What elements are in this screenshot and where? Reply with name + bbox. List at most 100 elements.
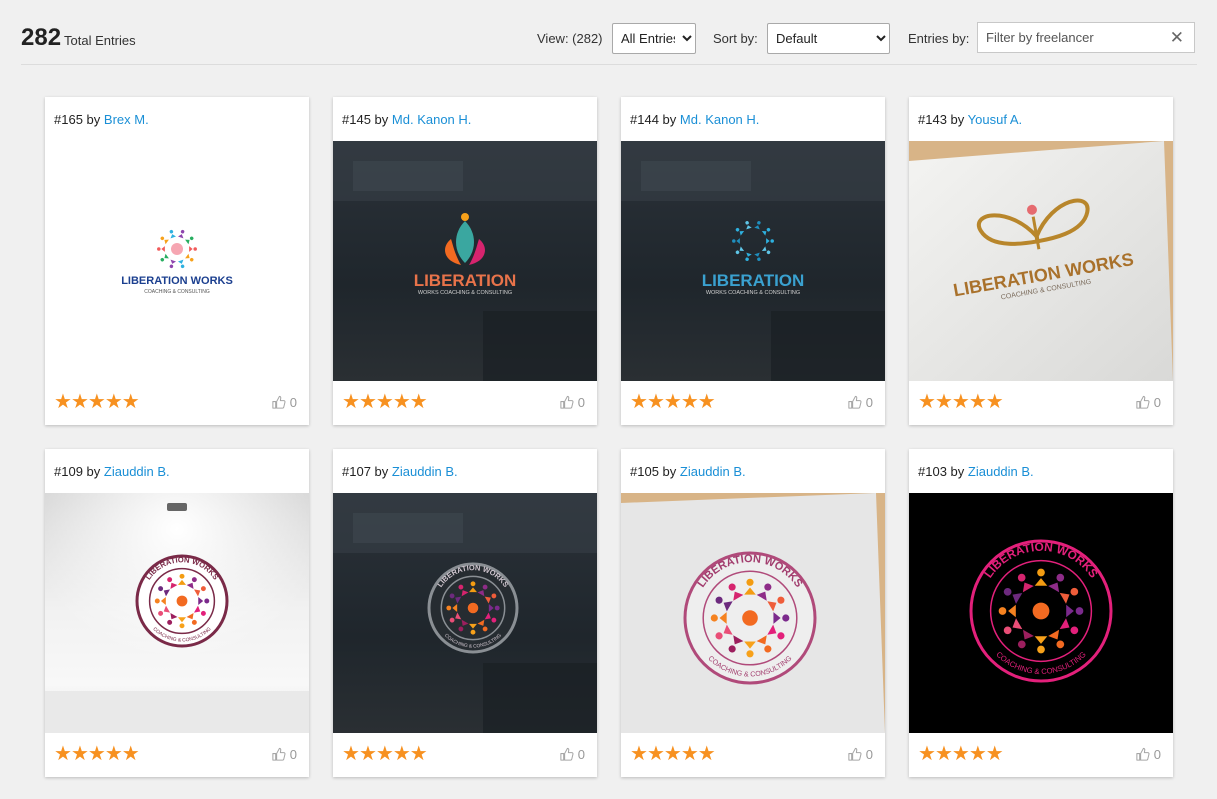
star-icon[interactable]: ★: [630, 743, 648, 765]
entry-author-link[interactable]: Ziauddin B.: [392, 464, 458, 479]
entry-thumbnail[interactable]: LIBERATION WORKS COACHING & CONSULTING: [621, 141, 885, 381]
entry-by: by: [86, 464, 101, 479]
svg-text:COACHING & CONSULTING: COACHING & CONSULTING: [144, 289, 210, 295]
star-icon[interactable]: ★: [122, 743, 140, 765]
entry-author-link[interactable]: Ziauddin B.: [104, 464, 170, 479]
star-icon[interactable]: ★: [918, 391, 936, 413]
star-icon[interactable]: ★: [647, 743, 665, 765]
entry-card[interactable]: #143 by Yousuf A. LIBERATION WORKS COACH…: [909, 97, 1173, 425]
star-icon[interactable]: ★: [71, 391, 89, 413]
star-icon[interactable]: ★: [630, 391, 648, 413]
star-icon[interactable]: ★: [664, 391, 682, 413]
star-icon[interactable]: ★: [918, 743, 936, 765]
entry-card[interactable]: #165 by Brex M. LIBERATION WORKS COACHIN…: [45, 97, 309, 425]
entry-thumbnail[interactable]: LIBERATION WORKS COACHING & CONSULTING: [333, 493, 597, 733]
star-icon[interactable]: ★: [342, 391, 360, 413]
view-select[interactable]: All Entries: [612, 23, 696, 54]
star-icon[interactable]: ★: [410, 391, 428, 413]
star-icon[interactable]: ★: [105, 743, 123, 765]
star-icon[interactable]: ★: [986, 391, 1004, 413]
star-icon[interactable]: ★: [681, 391, 699, 413]
star-icon[interactable]: ★: [698, 743, 716, 765]
rating-stars[interactable]: ★ ★ ★ ★ ★: [630, 391, 716, 413]
like-button[interactable]: 0: [1135, 747, 1161, 762]
like-button[interactable]: 0: [271, 747, 297, 762]
star-icon[interactable]: ★: [376, 743, 394, 765]
entry-header: #105 by Ziauddin B.: [630, 464, 746, 479]
entry-author-link[interactable]: Brex M.: [104, 112, 149, 127]
star-icon[interactable]: ★: [698, 391, 716, 413]
entry-card[interactable]: #107 by Ziauddin B. LIBERATION WORKS COA…: [333, 449, 597, 777]
entry-card[interactable]: #105 by Ziauddin B. LIBERATION WORKS COA…: [621, 449, 885, 777]
entry-card[interactable]: #144 by Md. Kanon H. LIBERATION WORKS CO…: [621, 97, 885, 425]
star-icon[interactable]: ★: [393, 743, 411, 765]
svg-text:WORKS COACHING & CONSULTING: WORKS COACHING & CONSULTING: [706, 290, 800, 296]
entry-by: by: [374, 112, 389, 127]
like-button[interactable]: 0: [1135, 395, 1161, 410]
thumbs-up-icon: [559, 395, 578, 410]
thumbs-up-icon: [1135, 395, 1154, 410]
star-icon[interactable]: ★: [359, 391, 377, 413]
star-icon[interactable]: ★: [71, 743, 89, 765]
like-count: 0: [289, 747, 297, 762]
entry-thumbnail[interactable]: LIBERATION WORKS COACHING & CONSULTING: [909, 141, 1173, 381]
like-button[interactable]: 0: [847, 395, 873, 410]
entry-number: #144: [630, 112, 659, 127]
star-icon[interactable]: ★: [88, 391, 106, 413]
star-icon[interactable]: ★: [393, 391, 411, 413]
entry-author-link[interactable]: Yousuf A.: [968, 112, 1022, 127]
entry-thumbnail[interactable]: LIBERATION WORKS COACHING & CONSULTING: [909, 493, 1173, 733]
entry-author-link[interactable]: Ziauddin B.: [968, 464, 1034, 479]
rating-stars[interactable]: ★ ★ ★ ★ ★: [342, 743, 428, 765]
rating-stars[interactable]: ★ ★ ★ ★ ★: [342, 391, 428, 413]
star-icon[interactable]: ★: [935, 743, 953, 765]
entry-header: #143 by Yousuf A.: [918, 112, 1022, 127]
star-icon[interactable]: ★: [986, 743, 1004, 765]
svg-text:LIBERATION: LIBERATION: [702, 271, 805, 290]
entry-thumbnail[interactable]: LIBERATION WORKS COACHING & CONSULTING: [45, 141, 309, 381]
rating-stars[interactable]: ★ ★ ★ ★ ★: [918, 743, 1004, 765]
rating-stars[interactable]: ★ ★ ★ ★ ★: [54, 743, 140, 765]
star-icon[interactable]: ★: [969, 743, 987, 765]
star-icon[interactable]: ★: [952, 743, 970, 765]
rating-stars[interactable]: ★ ★ ★ ★ ★: [54, 391, 140, 413]
clear-filter-icon[interactable]: ✕: [1170, 29, 1184, 46]
entry-card[interactable]: #145 by Md. Kanon H. LIBERATION WORKS CO…: [333, 97, 597, 425]
star-icon[interactable]: ★: [105, 391, 123, 413]
star-icon[interactable]: ★: [410, 743, 428, 765]
star-icon[interactable]: ★: [647, 391, 665, 413]
like-button[interactable]: 0: [559, 747, 585, 762]
thumbs-up-icon: [559, 747, 578, 762]
entry-thumbnail[interactable]: LIBERATION WORKS COACHING & CONSULTING: [45, 493, 309, 733]
star-icon[interactable]: ★: [359, 743, 377, 765]
star-icon[interactable]: ★: [969, 391, 987, 413]
star-icon[interactable]: ★: [88, 743, 106, 765]
entry-author-link[interactable]: Md. Kanon H.: [680, 112, 760, 127]
entry-card[interactable]: #109 by Ziauddin B. LIBERATION WORKS COA…: [45, 449, 309, 777]
rating-stars[interactable]: ★ ★ ★ ★ ★: [630, 743, 716, 765]
rating-stars[interactable]: ★ ★ ★ ★ ★: [918, 391, 1004, 413]
entry-author-link[interactable]: Md. Kanon H.: [392, 112, 472, 127]
star-icon[interactable]: ★: [952, 391, 970, 413]
sort-label: Sort by:: [713, 31, 758, 46]
star-icon[interactable]: ★: [935, 391, 953, 413]
star-icon[interactable]: ★: [664, 743, 682, 765]
star-icon[interactable]: ★: [54, 391, 72, 413]
entry-card[interactable]: #103 by Ziauddin B. LIBERATION WORKS COA…: [909, 449, 1173, 777]
entry-thumbnail[interactable]: LIBERATION WORKS COACHING & CONSULTING: [621, 493, 885, 733]
svg-text:WORKS COACHING & CONSULTING: WORKS COACHING & CONSULTING: [418, 290, 512, 296]
entry-header: #144 by Md. Kanon H.: [630, 112, 759, 127]
entry-thumbnail[interactable]: LIBERATION WORKS COACHING & CONSULTING: [333, 141, 597, 381]
entry-header: #165 by Brex M.: [54, 112, 149, 127]
freelancer-filter-input[interactable]: [978, 23, 1174, 52]
star-icon[interactable]: ★: [681, 743, 699, 765]
star-icon[interactable]: ★: [54, 743, 72, 765]
entry-author-link[interactable]: Ziauddin B.: [680, 464, 746, 479]
star-icon[interactable]: ★: [342, 743, 360, 765]
star-icon[interactable]: ★: [122, 391, 140, 413]
like-button[interactable]: 0: [559, 395, 585, 410]
like-button[interactable]: 0: [271, 395, 297, 410]
star-icon[interactable]: ★: [376, 391, 394, 413]
sort-select[interactable]: Default: [767, 23, 890, 54]
like-button[interactable]: 0: [847, 747, 873, 762]
